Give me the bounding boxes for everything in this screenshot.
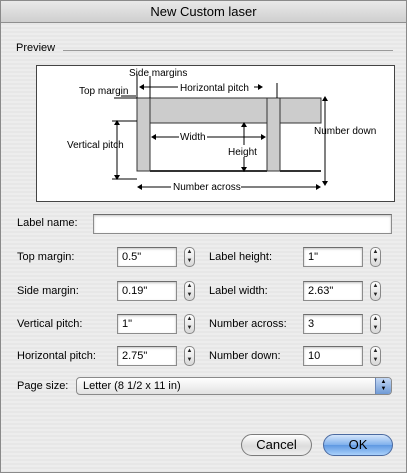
select-arrows-icon: ▲ ▼ [375,378,391,394]
number-down-stepper[interactable]: ▲ ▼ [370,346,381,366]
number-across-input[interactable]: 3 [303,314,363,334]
top-margin-label: Top margin: [17,251,75,263]
dialog-window: New Custom laser Preview Side margins Ho… [0,0,407,473]
label-row-top [136,97,322,124]
preview-diagram: Side margins Horizontal pitch Top margin… [36,65,395,202]
top-margin-text: Top margin [79,86,128,97]
top-margin-input[interactable]: 0.5" [117,247,177,267]
ok-button[interactable]: OK [323,434,393,456]
side-margins-text: Side margins [129,68,187,79]
label-height-input[interactable]: 1" [303,247,363,267]
number-down-input[interactable]: 10 [303,346,363,366]
vertical-pitch-label: Vertical pitch: [17,318,83,330]
number-across-label: Number across: [209,318,287,330]
vertical-pitch-input[interactable]: 1" [117,314,177,334]
vertical-pitch-text: Vertical pitch [67,140,124,151]
page-size-value: Letter (8 1/2 x 11 in) [83,380,181,392]
number-across-text: Number across [173,182,241,193]
side-margin-stepper[interactable]: ▲ ▼ [184,281,195,301]
label-name-input[interactable] [93,214,392,234]
label-width-input[interactable]: 2.63" [303,281,363,301]
preview-divider [63,50,393,51]
window-title: New Custom laser [1,1,406,23]
label-height-stepper[interactable]: ▲ ▼ [370,247,381,267]
width-text: Width [180,132,206,143]
height-text: Height [228,147,257,158]
label-height-label: Label height: [209,251,272,263]
side-margin-label: Side margin: [17,285,79,297]
cancel-button[interactable]: Cancel [241,434,312,456]
horizontal-pitch-label: Horizontal pitch: [17,350,96,362]
label-width-label: Label width: [209,285,268,297]
top-margin-stepper[interactable]: ▲ ▼ [184,247,195,267]
page-size-select[interactable]: Letter (8 1/2 x 11 in) ▲ ▼ [76,377,392,395]
preview-section-label: Preview [16,42,56,54]
number-down-text: Number down [314,126,376,137]
page-size-label: Page size: [17,380,69,392]
label-name-label: Label name: [17,217,78,229]
horizontal-pitch-input[interactable]: 2.75" [117,346,177,366]
horizontal-pitch-stepper[interactable]: ▲ ▼ [184,346,195,366]
label-column-mid [266,97,281,172]
horizontal-pitch-text: Horizontal pitch [180,83,249,94]
side-margin-input[interactable]: 0.19" [117,281,177,301]
number-across-stepper[interactable]: ▲ ▼ [370,314,381,334]
label-width-stepper[interactable]: ▲ ▼ [370,281,381,301]
label-column-left [136,97,151,172]
vertical-pitch-stepper[interactable]: ▲ ▼ [184,314,195,334]
number-down-label: Number down: [209,350,281,362]
